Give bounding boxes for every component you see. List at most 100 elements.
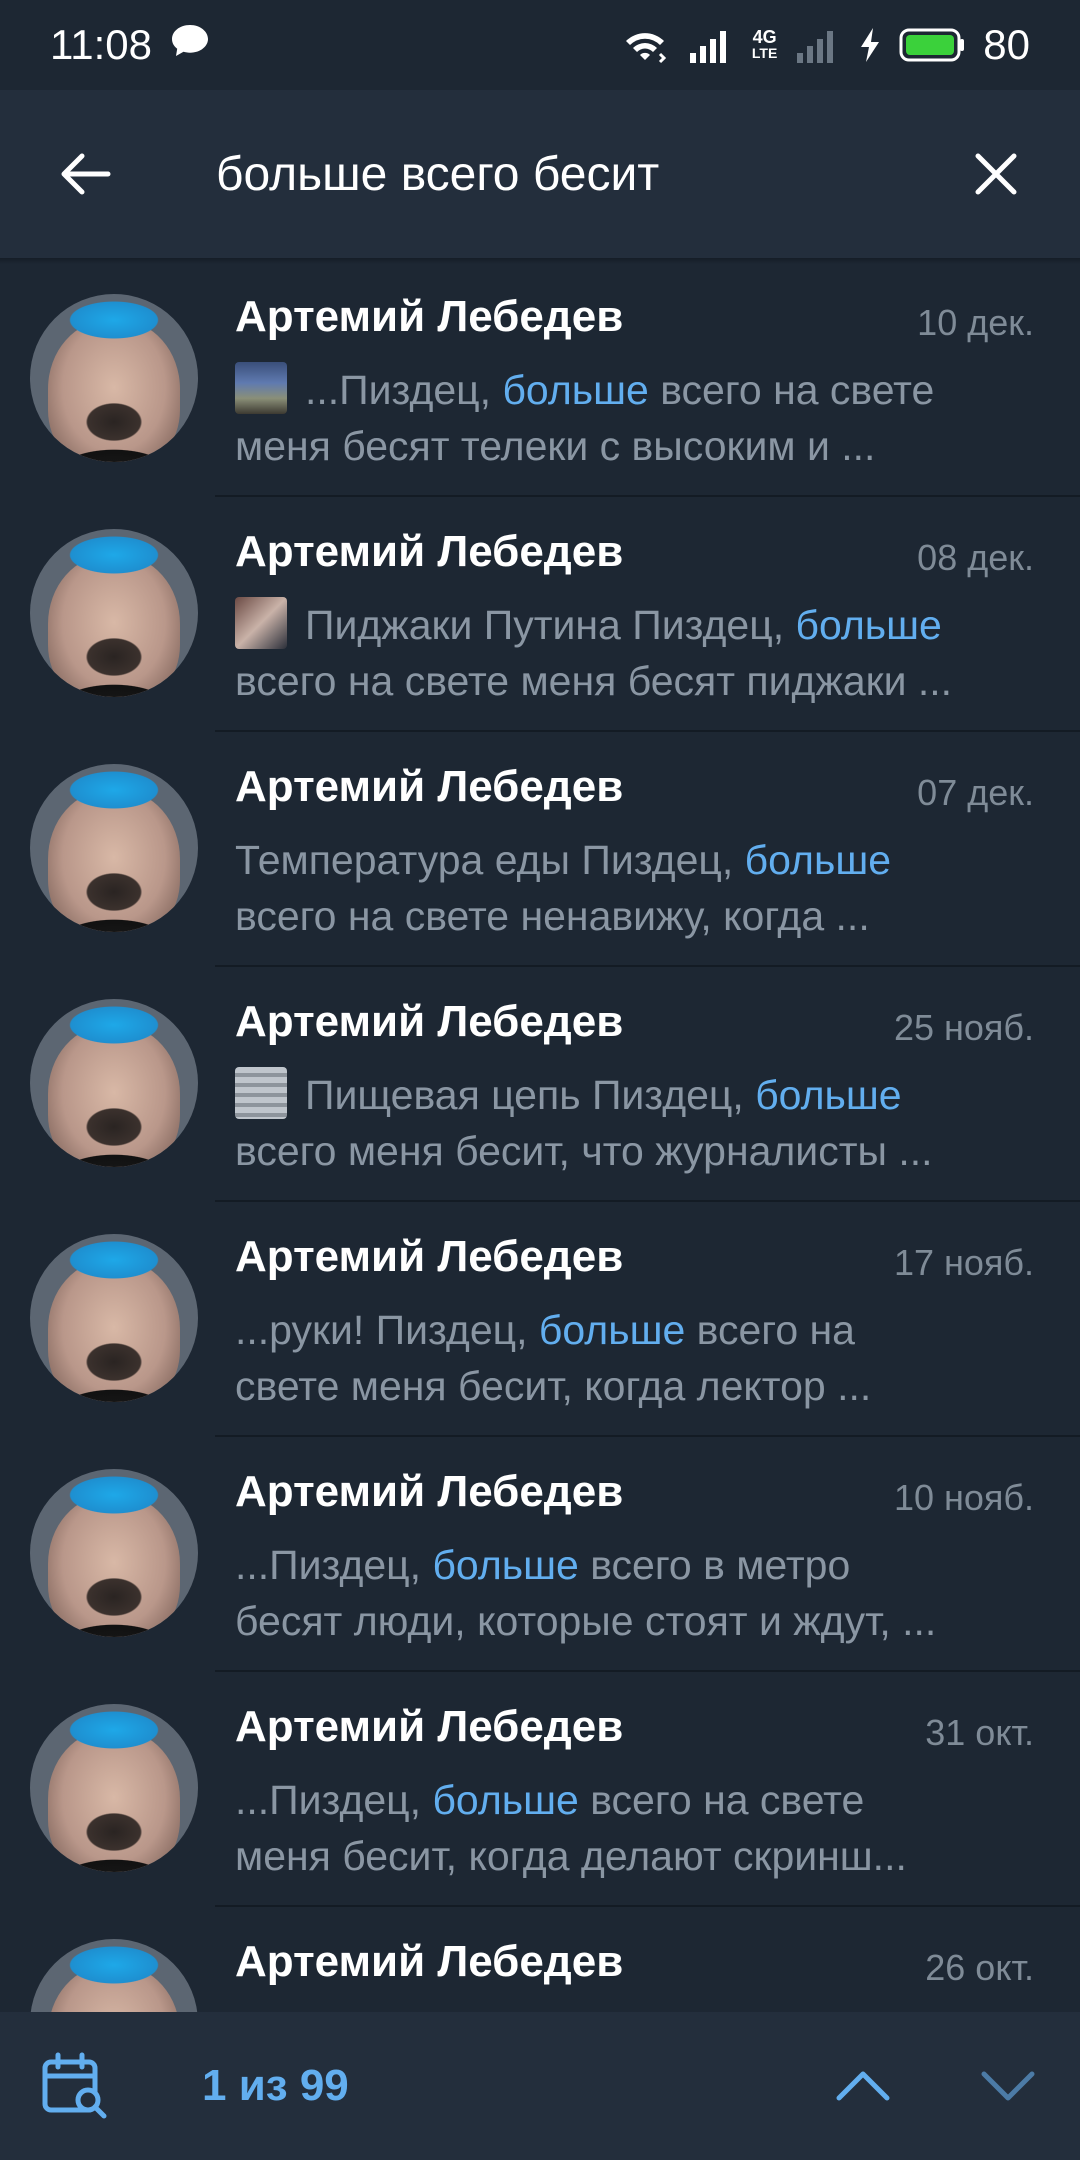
result-title: Артемий Лебедев (235, 1937, 624, 1986)
arrow-left-icon (61, 153, 111, 195)
result-date: 10 дек. (917, 302, 1034, 343)
previous-result-button[interactable] (790, 2012, 935, 2160)
preview-line-2: меня бесят телеки с высоким и ... (235, 423, 876, 469)
preview-line-1: Температура еды Пиздец, больше (235, 832, 1035, 888)
preview-post: всего в метро (578, 1542, 851, 1588)
preview-line-2: всего на свете ненавижу, когда ... (235, 893, 870, 939)
preview-highlight: больше (795, 602, 942, 648)
status-right: 4G LTE 80 (620, 21, 1030, 69)
signal-icon (688, 27, 734, 63)
search-navigation-bar: 1 из 99 (0, 2012, 1080, 2160)
preview-post: всего на (685, 1307, 855, 1353)
avatar (30, 1469, 198, 1637)
next-result-button[interactable] (935, 2012, 1080, 2160)
result-date: 10 нояб. (893, 1477, 1034, 1518)
calendar-search-icon (42, 2052, 107, 2119)
charging-icon (859, 27, 881, 63)
preview-line-1: Пищевая цепь Пиздец, больше (235, 1067, 1035, 1123)
screen: 11:08 4G LTE 80 больше всего бесит Артем… (0, 0, 1080, 2160)
preview-line-1: ...Пиздец, больше всего на свете (235, 362, 1035, 418)
preview-pre: ...руки! Пиздец, (235, 1307, 539, 1353)
result-row[interactable]: Артемий Лебедев 10 нояб. ...Пиздец, боль… (0, 1437, 1080, 1672)
preview-highlight: больше (432, 1777, 579, 1823)
result-row[interactable]: Артемий Лебедев 25 нояб. Пищевая цепь Пи… (0, 967, 1080, 1202)
avatar (30, 999, 198, 1167)
network-type: 4G LTE (751, 27, 778, 61)
result-preview: Температура еды Пиздец, больше всего на … (235, 832, 1035, 944)
result-date: 26 окт. (925, 1947, 1034, 1988)
result-row[interactable]: Артемий Лебедев 17 нояб. ...руки! Пиздец… (0, 1202, 1080, 1437)
preview-highlight: больше (744, 837, 892, 883)
back-button[interactable] (0, 90, 168, 258)
search-results-list: Артемий Лебедев 10 дек. ...Пиздец, больш… (0, 262, 1080, 2142)
result-row[interactable]: Артемий Лебедев 08 дек. Пиджаки Путина П… (0, 497, 1080, 732)
preview-post: всего на свете (578, 1777, 865, 1823)
avatar (30, 294, 198, 462)
result-title: Артемий Лебедев (235, 1232, 624, 1281)
preview-line-1: ...Пиздец, больше всего в метро (235, 1537, 1035, 1593)
search-input[interactable] (168, 146, 912, 202)
preview-post: всего на свете (648, 367, 935, 413)
preview-pre: ...Пиздец, (305, 367, 503, 413)
result-title: Артемий Лебедев (235, 292, 624, 341)
preview-pre: Температура еды Пиздец, (235, 837, 745, 883)
preview-line-1: ...руки! Пиздец, больше всего на (235, 1302, 1035, 1358)
preview-highlight: больше (538, 1307, 686, 1353)
avatar (30, 1234, 198, 1402)
result-date: 25 нояб. (893, 1007, 1034, 1048)
result-row[interactable]: Артемий Лебедев 10 дек. ...Пиздец, больш… (0, 262, 1080, 497)
status-time: 11:08 (50, 21, 152, 68)
status-left: 11:08 (50, 21, 210, 69)
battery-level: 80 (983, 21, 1030, 68)
result-preview: ...руки! Пиздец, больше всего на свете м… (235, 1302, 1035, 1414)
status-bar: 11:08 4G LTE 80 (0, 0, 1080, 90)
preview-line-2: всего меня бесит, что журналисты ... (235, 1128, 933, 1174)
media-thumbnail (235, 362, 287, 414)
chat-bubble-icon (170, 21, 210, 69)
search-header (0, 90, 1080, 258)
signal-secondary-icon (795, 27, 841, 63)
network-label: 4G (752, 27, 777, 47)
result-date: 07 дек. (917, 772, 1034, 813)
result-title: Артемий Лебедев (235, 527, 624, 576)
result-preview: Пиджаки Путина Пиздец, больше всего на с… (235, 597, 1035, 709)
result-counter: 1 из 99 (202, 2061, 349, 2110)
avatar (30, 764, 198, 932)
preview-highlight: больше (755, 1072, 902, 1118)
preview-highlight: больше (502, 367, 649, 413)
preview-line-2: меня бесит, когда делают скринш... (235, 1833, 907, 1879)
preview-highlight: больше (432, 1542, 579, 1588)
avatar (30, 1704, 198, 1872)
battery-icon (899, 28, 965, 62)
calendar-button[interactable] (0, 2012, 150, 2160)
wifi-icon (620, 26, 670, 64)
result-row[interactable]: Артемий Лебедев 07 дек. Температура еды … (0, 732, 1080, 967)
clear-search-button[interactable] (912, 90, 1080, 258)
result-date: 31 окт. (925, 1712, 1034, 1753)
result-title: Артемий Лебедев (235, 1467, 624, 1516)
preview-pre: Пищевая цепь Пиздец, (305, 1072, 756, 1118)
result-preview: ...Пиздец, больше всего на свете меня бе… (235, 362, 1035, 474)
preview-line-2: всего на свете меня бесят пиджаки ... (235, 658, 953, 704)
preview-pre: Пиджаки Путина Пиздец, (305, 602, 796, 648)
result-date: 17 нояб. (893, 1242, 1034, 1283)
result-title: Артемий Лебедев (235, 997, 624, 1046)
close-icon (975, 153, 1017, 195)
result-title: Артемий Лебедев (235, 1702, 624, 1751)
result-row[interactable]: Артемий Лебедев 31 окт. ...Пиздец, больш… (0, 1672, 1080, 1907)
preview-pre: ...Пиздец, (235, 1777, 433, 1823)
result-date: 08 дек. (917, 537, 1034, 578)
preview-line-1: ...Пиздец, больше всего на свете (235, 1772, 1035, 1828)
avatar (30, 529, 198, 697)
preview-pre: ...Пиздец, (235, 1542, 433, 1588)
chevron-up-icon (836, 2071, 889, 2101)
result-title: Артемий Лебедев (235, 762, 624, 811)
preview-line-2: свете меня бесит, когда лектор ... (235, 1363, 872, 1409)
chevron-down-icon (981, 2071, 1034, 2101)
result-preview: Пищевая цепь Пиздец, больше всего меня б… (235, 1067, 1035, 1179)
network-sub-label: LTE (751, 45, 778, 61)
preview-line-2: бесят люди, которые стоят и ждут, ... (235, 1598, 937, 1644)
preview-line-1: Пиджаки Путина Пиздец, больше (235, 597, 1035, 653)
media-thumbnail (235, 1067, 287, 1119)
result-preview: ...Пиздец, больше всего в метро бесят лю… (235, 1537, 1035, 1649)
